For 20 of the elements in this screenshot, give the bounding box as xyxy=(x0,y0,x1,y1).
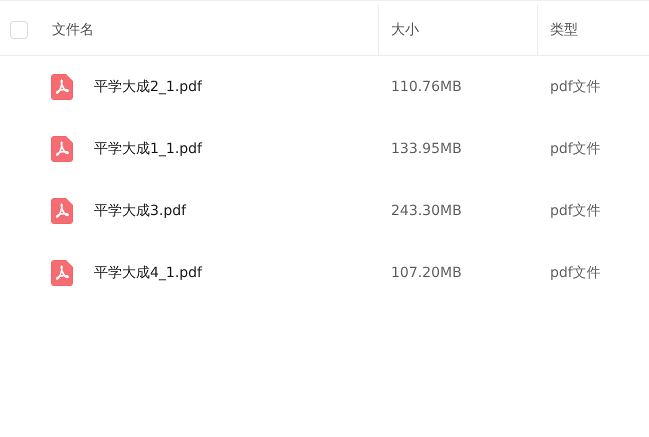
file-type: pdf文件 xyxy=(550,140,601,158)
column-header[interactable]: 文件名 xyxy=(52,21,94,39)
file-type: pdf文件 xyxy=(550,78,601,96)
pdf-file-icon xyxy=(51,260,73,286)
file-name[interactable]: 平学大成1_1.pdf xyxy=(94,140,202,158)
column-header[interactable]: 大小 xyxy=(391,21,419,39)
pdf-file-icon xyxy=(51,74,73,100)
select-all-checkbox[interactable] xyxy=(10,21,28,39)
file-name[interactable]: 平学大成2_1.pdf xyxy=(94,78,202,96)
pdf-file-icon xyxy=(51,136,73,162)
file-name[interactable]: 平学大成3.pdf xyxy=(94,202,186,220)
file-size: 133.95MB xyxy=(391,141,462,157)
column-header[interactable]: 类型 xyxy=(550,21,578,39)
file-size: 243.30MB xyxy=(391,203,462,219)
file-size: 107.20MB xyxy=(391,265,462,281)
file-type: pdf文件 xyxy=(550,264,601,282)
file-size: 110.76MB xyxy=(391,79,462,95)
pdf-file-icon xyxy=(51,198,73,224)
file-name[interactable]: 平学大成4_1.pdf xyxy=(94,264,202,282)
file-type: pdf文件 xyxy=(550,202,601,220)
